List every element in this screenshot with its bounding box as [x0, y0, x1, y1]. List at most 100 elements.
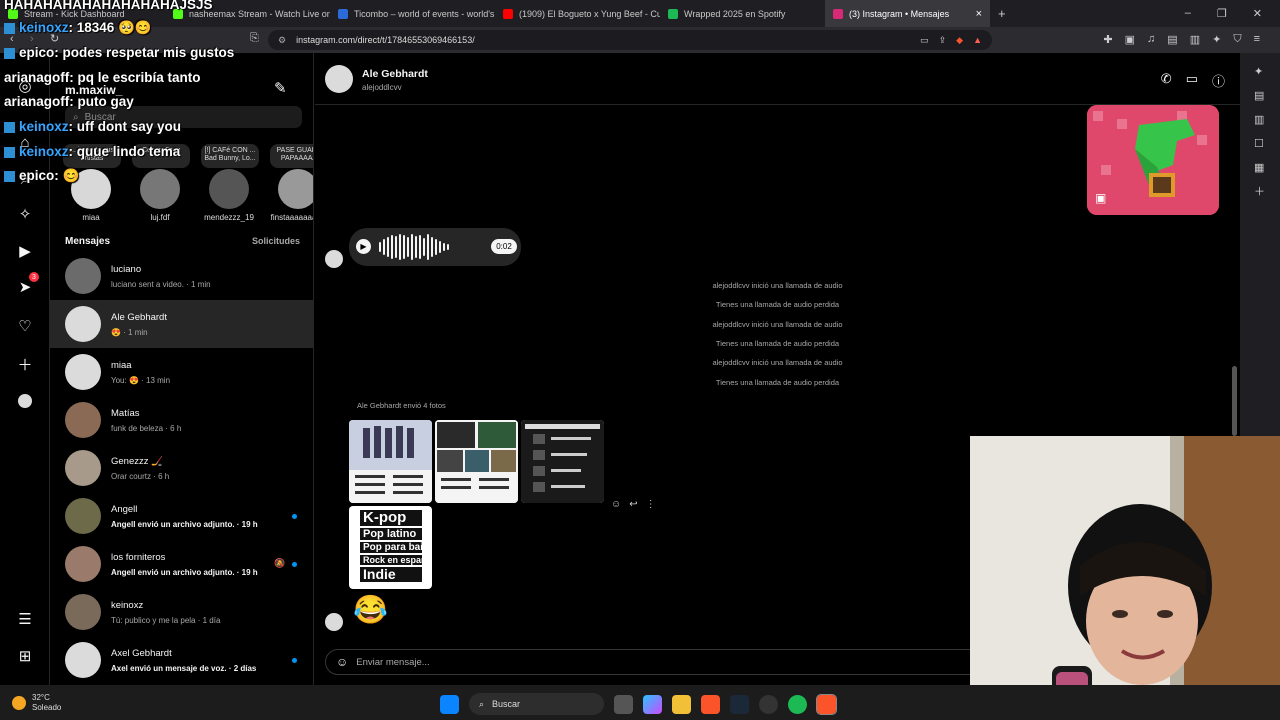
brave-shield-icon[interactable]: ◆ [956, 35, 963, 46]
video-call-icon[interactable]: ▭ [1186, 71, 1198, 90]
instagram-logo-icon[interactable]: ◎ [14, 75, 36, 97]
reply-icon[interactable]: ↩ [629, 499, 637, 510]
translate-icon[interactable]: ▣ [1125, 33, 1135, 46]
reels-icon[interactable]: ▶ [14, 240, 36, 262]
vpn-icon[interactable]: ⛉ [1233, 33, 1241, 46]
forward-icon[interactable]: › [30, 33, 34, 45]
leo-ai-icon[interactable]: ✦ [1254, 65, 1263, 78]
browser-tab[interactable]: Stream - Kick Dashboard [0, 0, 165, 27]
bookmarks-icon[interactable]: ☐ [1254, 137, 1264, 150]
explore-icon[interactable]: ✧ [14, 203, 36, 225]
play-icon[interactable]: ▶ [356, 239, 371, 254]
photo-message[interactable] [435, 420, 518, 503]
new-tab-icon[interactable]: + [990, 6, 1014, 21]
note-username: mendezzz_19 [204, 213, 254, 222]
profile-icon[interactable] [14, 390, 36, 412]
home-icon[interactable]: ⌂ [14, 131, 36, 153]
conversation-item[interactable]: Matías funk de beleza · 6 h [50, 396, 313, 444]
minimize-icon[interactable]: – [1185, 7, 1191, 20]
emoji-message[interactable]: 😂 [353, 593, 388, 626]
browser-tab[interactable]: Ticombo – world of events - world's l [330, 0, 495, 27]
chat-header: Ale Gebhardt alejoddlcvv ✆ ▭ ⓘ [315, 53, 1240, 105]
notifications-icon[interactable]: ♡ [14, 315, 36, 337]
conversation-item[interactable]: keinoxz Tú: publico y me la pela · 1 día [50, 588, 313, 636]
tab-favicon-icon [338, 8, 348, 19]
chat-scrollbar[interactable] [1232, 366, 1237, 436]
inbox-username[interactable]: m.maxiw_ [65, 83, 122, 97]
media-icon[interactable]: ♫ [1147, 33, 1155, 46]
more-menu-icon[interactable]: ☰ [14, 608, 36, 630]
menu-icon[interactable]: ≡ [1254, 33, 1260, 46]
emoji-picker-icon[interactable]: ☺ [336, 655, 348, 669]
browser-tab[interactable]: Wrapped 2025 en Spotify [660, 0, 825, 27]
artists-collage-image [435, 420, 518, 503]
conversation-item[interactable]: Axel Gebhardt Axel envió un mensaje de vo… [50, 636, 313, 684]
search-input[interactable]: ⌕ Buscar [65, 106, 302, 128]
photo-message[interactable] [349, 420, 432, 503]
steam-icon[interactable] [730, 694, 749, 714]
photo-message[interactable]: K-pop Pop latino Pop para bailar Rock en es… [349, 506, 432, 589]
search-icon[interactable]: ⌕ [14, 168, 36, 190]
more-options-icon[interactable]: ⋮ [646, 499, 656, 510]
reel-sticker-message[interactable]: ▣ [1087, 105, 1219, 215]
site-info-icon[interactable]: ⚙ [278, 35, 286, 46]
sender-avatar[interactable] [325, 613, 343, 631]
conversation-item[interactable]: Angell Angell envió un archivo adjunto. ·… [50, 492, 313, 540]
conversation-item[interactable]: los forniteros Angell envió un archivo ad… [50, 540, 313, 588]
reload-icon[interactable]: ↻ [50, 32, 59, 45]
compose-icon[interactable]: ✎ [274, 79, 287, 97]
also-from-meta-icon[interactable]: ⊞ [14, 645, 36, 667]
extensions-icon[interactable]: ✚ [1103, 33, 1112, 46]
chat-contact-name[interactable]: Ale Gebhardt [362, 68, 428, 80]
taskbar-search[interactable]: ⌕ Buscar [469, 693, 604, 715]
streamer-webcam-image [970, 436, 1280, 720]
conversation-item[interactable]: luciano luciano sent a video. · 1 min [50, 252, 313, 300]
back-icon[interactable]: ‹ [10, 33, 14, 45]
conversation-item[interactable]: Ale Gebhardt 😍 · 1 min [50, 300, 313, 348]
weather-widget[interactable]: 32°C Soleado [12, 693, 61, 713]
messages-icon[interactable]: ➤ 3 [14, 272, 39, 298]
ai-icon[interactable]: ✦ [1212, 33, 1221, 46]
obs-icon[interactable] [759, 694, 778, 714]
close-tab-icon[interactable]: × [976, 8, 982, 20]
windows-taskbar: 32°C Soleado ⌕ Buscar [0, 685, 1280, 720]
history-icon[interactable]: ▦ [1254, 161, 1264, 174]
conversation-info-icon[interactable]: ⓘ [1212, 71, 1225, 90]
brave-browser-icon[interactable] [701, 694, 720, 714]
create-icon[interactable]: ＋ [14, 353, 36, 375]
spotify-icon[interactable] [788, 694, 807, 714]
file-explorer-icon[interactable] [672, 694, 691, 714]
voice-message[interactable]: ▶ 0:02 [349, 228, 521, 266]
sender-avatar[interactable] [325, 250, 343, 268]
waveform-bar [411, 234, 413, 260]
brave-rewards-icon[interactable]: ▲ [973, 35, 982, 46]
windows-start-icon[interactable] [440, 694, 459, 714]
copilot-icon[interactable] [643, 694, 662, 714]
share-icon[interactable]: ⇪ [939, 35, 947, 46]
conversation-item[interactable]: miaa You: 😍 · 13 min [50, 348, 313, 396]
reading-list-icon[interactable]: ▤ [1254, 89, 1264, 102]
browser-tab[interactable]: nasheemax Stream - Watch Live on K [165, 0, 330, 27]
wallet-icon[interactable]: ▥ [1254, 113, 1264, 126]
requests-link[interactable]: Solicitudes [252, 236, 300, 247]
wallet-icon[interactable]: ▥ [1190, 33, 1200, 46]
audio-call-icon[interactable]: ✆ [1161, 71, 1172, 90]
close-window-icon[interactable]: ✕ [1253, 7, 1262, 20]
bookmark-icon[interactable]: ⎘ [250, 32, 259, 45]
conversation-item[interactable]: Genezzz 🏒 Orar courtz · 6 h [50, 444, 313, 492]
browser-tab[interactable]: (1909) El Bogueto x Yung Beef - Cua [495, 0, 660, 27]
react-icon[interactable]: ☺ [611, 499, 621, 510]
waveform-bar [435, 239, 437, 255]
task-view-icon[interactable] [614, 694, 633, 714]
photos-caption: Ale Gebhardt envió 4 fotos [357, 401, 446, 410]
brave-browser-active-icon[interactable] [816, 693, 837, 715]
sidebar-icon[interactable]: ▤ [1167, 33, 1177, 46]
photo-message[interactable] [521, 420, 604, 503]
tab-title: Stream - Kick Dashboard [24, 8, 125, 19]
add-panel-icon[interactable]: ＋ [1254, 183, 1265, 199]
address-bar[interactable]: ⚙ instagram.com/direct/t/178465530694661… [268, 30, 992, 50]
browser-tab[interactable]: (3) Instagram • Mensajes × [825, 0, 990, 27]
screen-icon[interactable]: ▭ [920, 35, 929, 46]
avatar[interactable] [325, 65, 353, 93]
maximize-icon[interactable]: ❐ [1217, 7, 1227, 20]
